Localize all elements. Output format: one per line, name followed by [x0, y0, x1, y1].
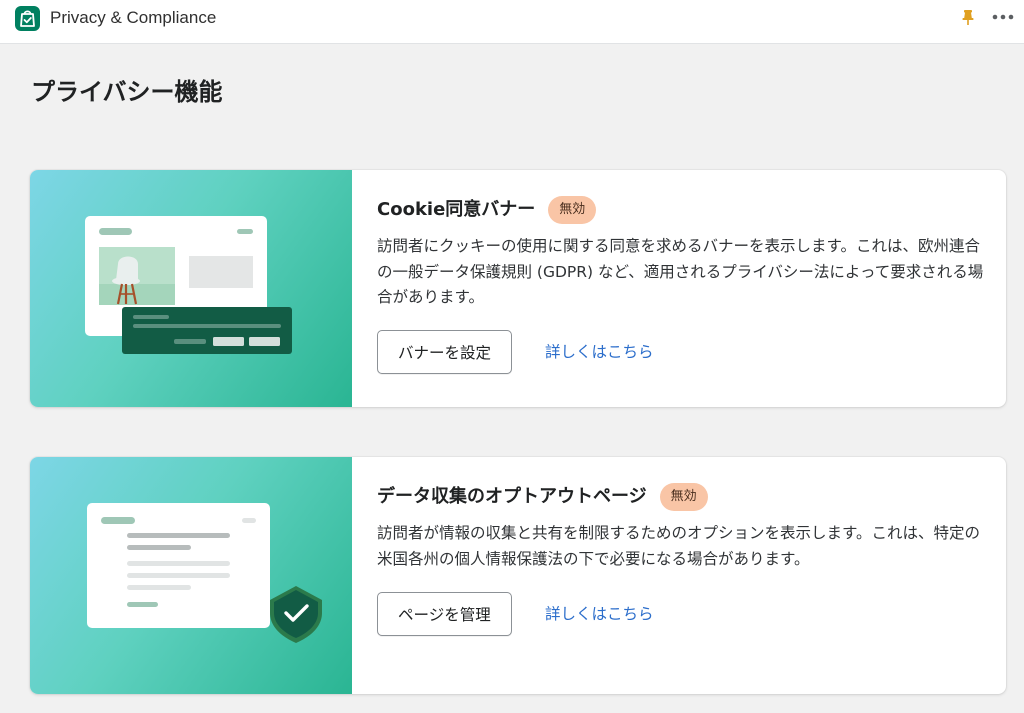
shopify-bag-icon	[15, 6, 40, 31]
status-badge: 無効	[659, 483, 708, 511]
card-title: Cookie同意バナー	[377, 199, 536, 220]
card-heading: データ収集のオプトアウトページ 無効	[377, 483, 708, 511]
cookie-banner-card: Cookie同意バナー 無効 訪問者にクッキーの使用に関する同意を求めるバナーを…	[30, 170, 1006, 407]
manage-page-button[interactable]: ページを管理	[377, 592, 512, 636]
status-badge: 無効	[548, 196, 597, 224]
data-optout-illustration	[30, 457, 352, 694]
card-description: 訪問者が情報の収集と共有を制限するためのオプションを表示します。これは、特定の米…	[377, 524, 980, 568]
more-icon[interactable]	[990, 7, 1016, 27]
data-optout-card: データ収集のオプトアウトページ 無効 訪問者が情報の収集と共有を制限するためのオ…	[30, 457, 1006, 694]
cookie-banner-illustration	[30, 170, 352, 407]
learn-more-link[interactable]: 詳しくはこちら	[545, 341, 654, 363]
configure-banner-button[interactable]: バナーを設定	[377, 330, 513, 374]
app-title: Privacy & Compliance	[50, 8, 217, 27]
card-description: 訪問者にクッキーの使用に関する同意を求めるバナーを表示します。これは、欧州連合の…	[377, 237, 984, 306]
learn-more-link[interactable]: 詳しくはこちら	[545, 603, 654, 625]
card-title: データ収集のオプトアウトページ	[377, 486, 647, 507]
card-heading: Cookie同意バナー 無効	[377, 196, 597, 224]
page-title: プライバシー機能	[31, 78, 223, 106]
app-header: Privacy & Compliance	[0, 0, 1024, 44]
pin-icon[interactable]	[958, 7, 978, 27]
